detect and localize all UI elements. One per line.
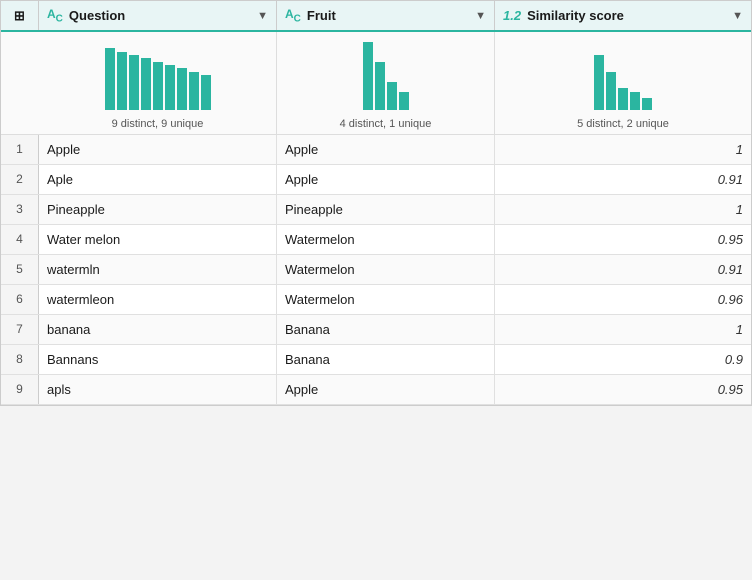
cell-fruit: Banana xyxy=(277,345,495,374)
cell-score: 1 xyxy=(495,135,751,164)
histogram-label-question: 9 distinct, 9 unique xyxy=(112,118,204,130)
cell-score: 1 xyxy=(495,195,751,224)
row-index: 8 xyxy=(1,345,39,374)
column-label-question: Question xyxy=(69,8,125,23)
column-header-fruit[interactable]: AC Fruit ▼ xyxy=(277,1,495,30)
cell-fruit: Banana xyxy=(277,315,495,344)
chevron-down-icon-score[interactable]: ▼ xyxy=(732,10,743,22)
histogram-bar xyxy=(375,62,385,110)
cell-question: Apple xyxy=(39,135,277,164)
histogram-bar xyxy=(606,72,616,110)
table-row[interactable]: 9 apls Apple 0.95 xyxy=(1,375,751,405)
histogram-bar xyxy=(594,55,604,110)
column-label-score: Similarity score xyxy=(527,8,624,23)
cell-score: 0.9 xyxy=(495,345,751,374)
histogram-bars-question xyxy=(105,40,211,110)
table-row[interactable]: 7 banana Banana 1 xyxy=(1,315,751,345)
histogram-bars-fruit xyxy=(363,40,409,110)
row-index: 1 xyxy=(1,135,39,164)
column-header-score[interactable]: 1.2 Similarity score ▼ xyxy=(495,1,751,30)
histogram-bar xyxy=(387,82,397,110)
table-row[interactable]: 4 Water melon Watermelon 0.95 xyxy=(1,225,751,255)
cell-fruit: Apple xyxy=(277,375,495,404)
histogram-label-fruit: 4 distinct, 1 unique xyxy=(340,118,432,130)
cell-score: 0.96 xyxy=(495,285,751,314)
column-label-fruit: Fruit xyxy=(307,8,336,23)
main-table: ⊞ AC Question ▼ AC Fruit ▼ 1.2 Similarit… xyxy=(0,0,752,406)
row-index: 7 xyxy=(1,315,39,344)
cell-fruit: Apple xyxy=(277,165,495,194)
histogram-bar xyxy=(618,88,628,110)
histogram-bar xyxy=(129,55,139,110)
histogram-bar xyxy=(165,65,175,110)
histogram-bar xyxy=(630,92,640,110)
table-row[interactable]: 3 Pineapple Pineapple 1 xyxy=(1,195,751,225)
chevron-down-icon-question[interactable]: ▼ xyxy=(257,10,268,22)
histogram-bars-score xyxy=(594,40,652,110)
cell-score: 0.95 xyxy=(495,225,751,254)
cell-fruit: Apple xyxy=(277,135,495,164)
histogram-bar xyxy=(141,58,151,110)
row-index: 5 xyxy=(1,255,39,284)
histogram-label-score: 5 distinct, 2 unique xyxy=(577,118,669,130)
cell-fruit: Watermelon xyxy=(277,255,495,284)
cell-question: Water melon xyxy=(39,225,277,254)
cell-fruit: Pineapple xyxy=(277,195,495,224)
data-rows-container: 1 Apple Apple 1 2 Aple Apple 0.91 3 Pine… xyxy=(1,135,751,405)
cell-question: Aple xyxy=(39,165,277,194)
histogram-bar xyxy=(177,68,187,110)
cell-question: Bannans xyxy=(39,345,277,374)
row-index-header[interactable]: ⊞ xyxy=(1,1,39,30)
histogram-bar xyxy=(363,42,373,110)
table-row[interactable]: 8 Bannans Banana 0.9 xyxy=(1,345,751,375)
table-row[interactable]: 1 Apple Apple 1 xyxy=(1,135,751,165)
row-index: 6 xyxy=(1,285,39,314)
histogram-bar xyxy=(105,48,115,110)
cell-score: 0.91 xyxy=(495,165,751,194)
cell-question: apls xyxy=(39,375,277,404)
grid-icon: ⊞ xyxy=(14,8,25,24)
cell-fruit: Watermelon xyxy=(277,225,495,254)
histogram-score: 5 distinct, 2 unique xyxy=(495,32,751,134)
table-row[interactable]: 6 watermleon Watermelon 0.96 xyxy=(1,285,751,315)
histogram-bar xyxy=(189,72,199,110)
cell-question: watermleon xyxy=(39,285,277,314)
cell-score: 0.95 xyxy=(495,375,751,404)
histogram-bar xyxy=(117,52,127,110)
header-row: ⊞ AC Question ▼ AC Fruit ▼ 1.2 Similarit… xyxy=(1,1,751,32)
histogram-bar xyxy=(201,75,211,110)
column-header-question[interactable]: AC Question ▼ xyxy=(39,1,277,30)
histogram-bar xyxy=(153,62,163,110)
row-index: 2 xyxy=(1,165,39,194)
cell-score: 1 xyxy=(495,315,751,344)
histogram-bar xyxy=(642,98,652,110)
cell-fruit: Watermelon xyxy=(277,285,495,314)
table-row[interactable]: 5 watermln Watermelon 0.91 xyxy=(1,255,751,285)
cell-question: watermln xyxy=(39,255,277,284)
table-row[interactable]: 2 Aple Apple 0.91 xyxy=(1,165,751,195)
text-type-icon-question: AC xyxy=(47,7,63,24)
row-index: 3 xyxy=(1,195,39,224)
histogram-preview-row: 9 distinct, 9 unique 4 distinct, 1 uniqu… xyxy=(1,32,751,135)
row-index: 4 xyxy=(1,225,39,254)
cell-question: banana xyxy=(39,315,277,344)
cell-score: 0.91 xyxy=(495,255,751,284)
chevron-down-icon-fruit[interactable]: ▼ xyxy=(475,10,486,22)
histogram-question: 9 distinct, 9 unique xyxy=(39,32,277,134)
histogram-bar xyxy=(399,92,409,110)
row-index: 9 xyxy=(1,375,39,404)
numeric-type-icon-score: 1.2 xyxy=(503,8,521,23)
text-type-icon-fruit: AC xyxy=(285,7,301,24)
histogram-fruit: 4 distinct, 1 unique xyxy=(277,32,495,134)
cell-question: Pineapple xyxy=(39,195,277,224)
